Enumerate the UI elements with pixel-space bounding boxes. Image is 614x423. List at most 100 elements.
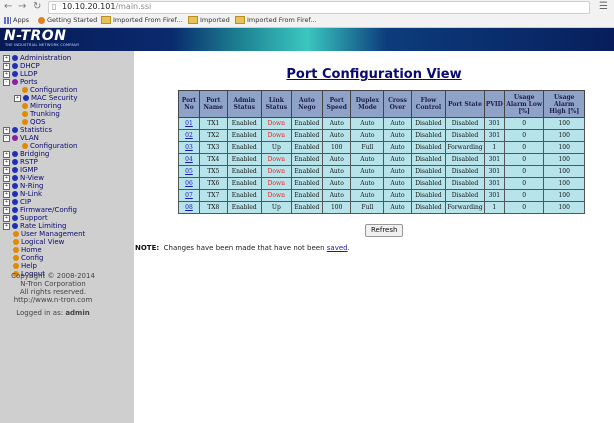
port-link[interactable]: 02 (185, 132, 193, 139)
table-cell: 100 (321, 141, 352, 154)
table-cell: 0 (503, 201, 545, 214)
col-port-no: Port No (178, 90, 200, 118)
table-cell: 301 (483, 177, 505, 190)
expand-icon[interactable]: + (3, 54, 10, 62)
expand-icon[interactable]: + (3, 182, 10, 190)
expand-icon[interactable]: + (3, 150, 10, 158)
sidebar-item-cip[interactable]: + CIP (3, 198, 31, 206)
saved-link[interactable]: saved (327, 244, 348, 252)
logged-in-user: admin (65, 309, 90, 317)
expand-icon[interactable]: + (3, 214, 10, 222)
sidebar-item-home[interactable]: Home (13, 246, 42, 254)
table-cell: Enabled (226, 117, 262, 130)
sidebar-item-mac-security[interactable]: + MAC Security (14, 94, 78, 102)
bookmark-imported-firefox-1[interactable]: Imported From Firef... (101, 15, 183, 26)
table-cell: 100 (543, 165, 585, 178)
sidebar-item-lldp[interactable]: + LLDP (3, 70, 37, 78)
table-cell: Disabled (445, 117, 485, 130)
expand-icon[interactable]: + (3, 70, 10, 78)
expand-icon[interactable]: + (3, 174, 10, 182)
collapse-icon[interactable]: - (3, 134, 10, 142)
expand-icon[interactable]: + (3, 158, 10, 166)
table-cell: Auto (321, 117, 352, 130)
col-flow-control: Flow Control (410, 90, 447, 118)
sidebar-item-vlan[interactable]: - VLAN (3, 134, 39, 142)
col-auto-nego: Auto Nego (290, 90, 323, 118)
sidebar-item-user-management[interactable]: User Management (13, 230, 85, 238)
expand-icon[interactable]: + (3, 190, 10, 198)
expand-icon[interactable]: + (3, 166, 10, 174)
sidebar-item-statistics[interactable]: + Statistics (3, 126, 52, 134)
sidebar-item-mirroring[interactable]: Mirroring (22, 102, 61, 110)
sidebar-item-n-link[interactable]: + N-Link (3, 190, 42, 198)
table-cell: 02 (178, 129, 200, 142)
expand-icon[interactable]: + (3, 222, 10, 230)
table-cell: Disabled (410, 141, 447, 154)
expand-icon[interactable]: + (3, 126, 10, 134)
sidebar-item-ports[interactable]: - Ports (3, 78, 38, 86)
sidebar-item-logical-view[interactable]: Logical View (13, 238, 64, 246)
sidebar-item-vlan-configuration[interactable]: Configuration (22, 142, 77, 150)
port-link[interactable]: 06 (185, 180, 193, 187)
sidebar-item-port-configuration[interactable]: Configuration (22, 86, 77, 94)
table-cell: TX4 (198, 153, 228, 166)
table-cell: Disabled (445, 129, 485, 142)
sidebar-item-support[interactable]: + Support (3, 214, 48, 222)
bookmark-apps[interactable]: Apps (4, 15, 29, 26)
table-cell: Auto (383, 141, 412, 154)
expand-icon[interactable]: + (3, 198, 10, 206)
port-link[interactable]: 05 (185, 168, 193, 175)
folder-dot-icon (12, 215, 18, 221)
table-cell: 301 (483, 129, 505, 142)
expand-icon[interactable]: + (3, 62, 10, 70)
sidebar-item-help[interactable]: Help (13, 262, 37, 270)
sidebar-item-administration[interactable]: + Administration (3, 54, 71, 62)
port-link[interactable]: 01 (185, 120, 193, 127)
table-cell: Disabled (410, 165, 447, 178)
refresh-button[interactable]: Refresh (365, 224, 404, 237)
port-link[interactable]: 07 (185, 192, 193, 199)
page-dot-icon (22, 111, 28, 117)
bookmark-imported[interactable]: Imported (188, 15, 230, 26)
main-content: Port Configuration View Port No Port Nam… (134, 51, 614, 423)
sidebar-item-n-view[interactable]: + N-View (3, 174, 44, 182)
page-dot-icon (13, 247, 19, 253)
table-row: 03 TX3 Enabled Up Enabled 100 Full Auto Disabled… (178, 141, 585, 154)
table-cell: Auto (350, 177, 385, 190)
table-cell: Enabled (226, 201, 262, 214)
table-cell: Enabled (226, 165, 262, 178)
reload-icon[interactable]: ↻ (33, 1, 41, 13)
website-text: http://www.n-tron.com (13, 296, 93, 304)
col-admin-status: Admin Status (226, 90, 262, 118)
back-arrow-icon[interactable]: ← (4, 1, 12, 13)
folder-dot-icon (12, 71, 18, 77)
sidebar-item-firmware-config[interactable]: + Firmware/Config (3, 206, 77, 214)
table-cell: 0 (503, 141, 545, 154)
sidebar-item-dhcp[interactable]: + DHCP (3, 62, 40, 70)
sidebar-item-igmp[interactable]: + IGMP (3, 166, 38, 174)
expand-icon[interactable]: + (3, 206, 10, 214)
bookmark-imported-firefox-2[interactable]: Imported From Firef... (235, 15, 317, 26)
sidebar-item-config[interactable]: Config (13, 254, 43, 262)
table-row: 01 TX1 Enabled Down Enabled Auto Auto Auto Disab… (178, 117, 585, 130)
sidebar-item-qos[interactable]: QOS (22, 118, 45, 126)
col-port-speed: Port Speed (321, 90, 352, 118)
collapse-icon[interactable]: - (3, 78, 10, 86)
note-period: . (347, 244, 350, 252)
sidebar-item-bridging[interactable]: + Bridging (3, 150, 49, 158)
browser-menu-icon[interactable]: ☰ (599, 0, 608, 13)
expand-icon[interactable]: + (14, 94, 21, 102)
forward-arrow-icon[interactable]: → (18, 1, 26, 13)
sidebar-item-rate-limiting[interactable]: + Rate Limiting (3, 222, 66, 230)
table-cell: Auto (350, 129, 385, 142)
table-row: 05 TX5 Enabled Down Enabled Auto Auto Auto Disab… (178, 165, 585, 178)
port-link[interactable]: 04 (185, 156, 193, 163)
port-link[interactable]: 03 (185, 144, 193, 151)
sidebar-item-rstp[interactable]: + RSTP (3, 158, 38, 166)
bookmark-getting-started[interactable]: Getting Started (38, 15, 97, 26)
port-link[interactable]: 08 (185, 204, 193, 211)
sidebar-item-trunking[interactable]: Trunking (22, 110, 60, 118)
table-header-row: Port No Port Name Admin Status Link Stat… (178, 90, 585, 118)
sidebar-item-n-ring[interactable]: + N-Ring (3, 182, 43, 190)
col-link-status: Link Status (260, 90, 292, 118)
